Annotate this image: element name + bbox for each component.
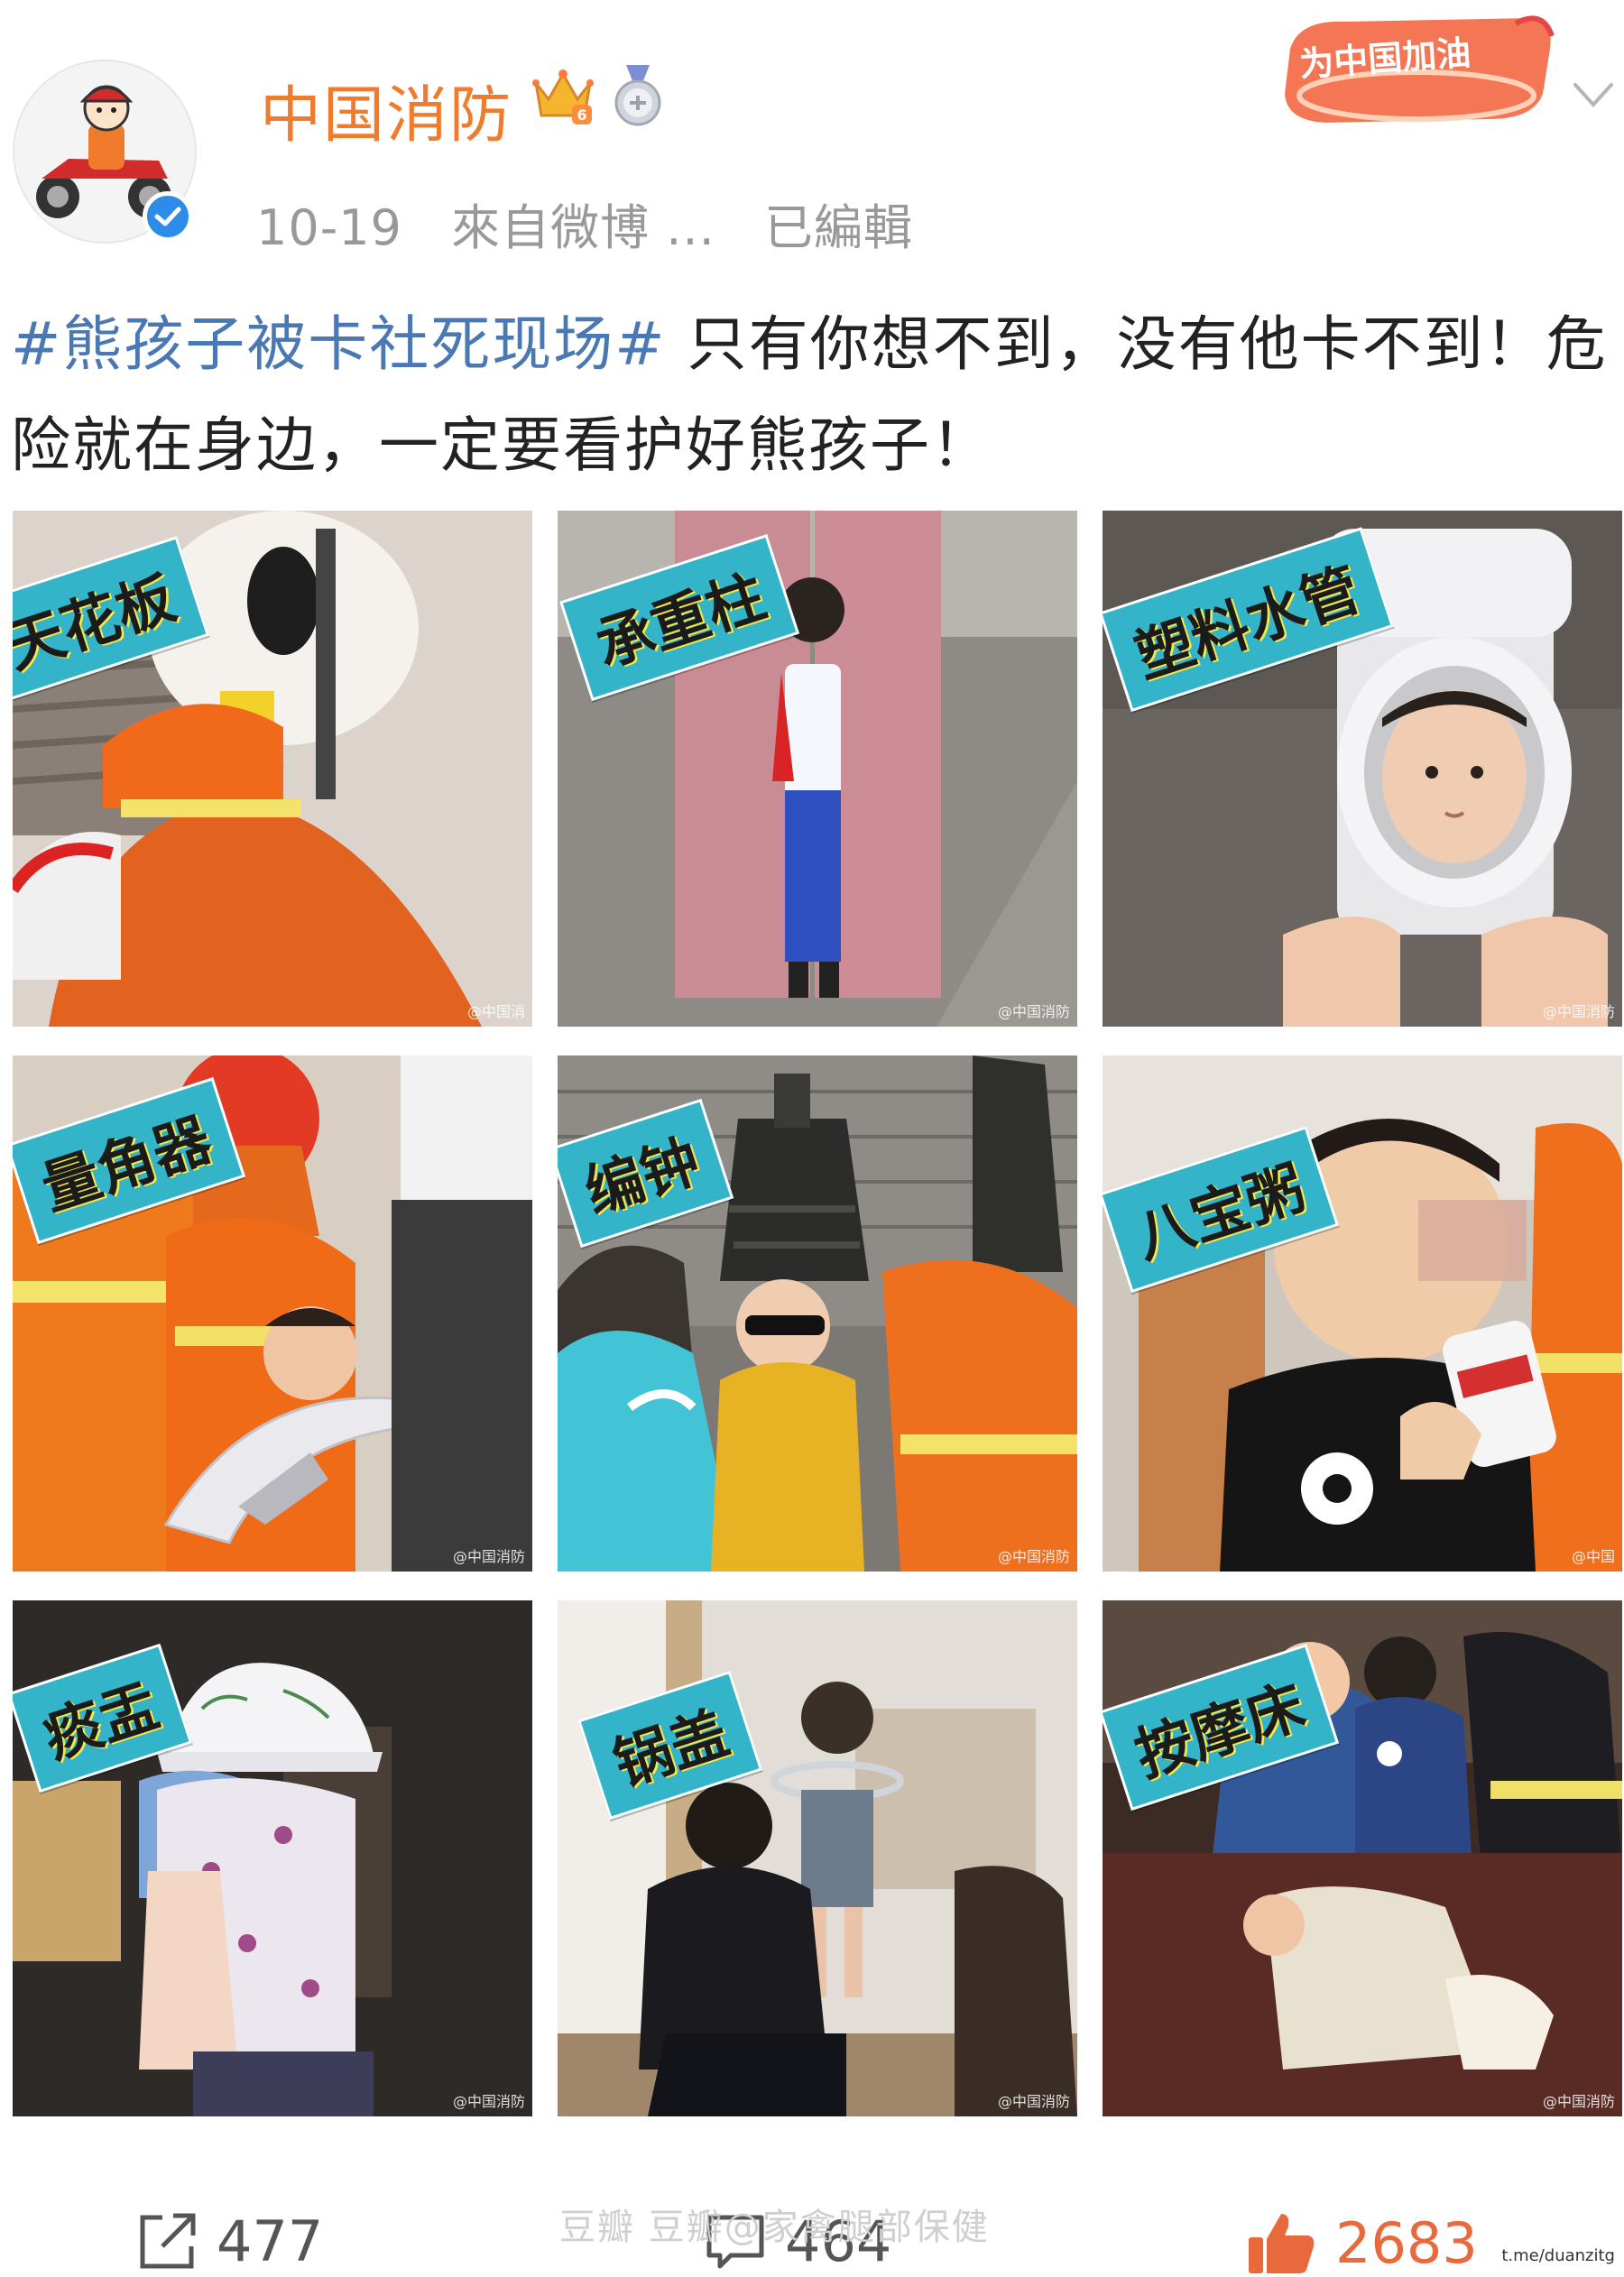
image-watermark: @中国消防 [452,2093,525,2110]
verified-badge-icon [143,191,193,242]
share-count: 477 [217,2208,324,2274]
site-watermark: t.me/duanzitg [1501,2246,1615,2265]
image-watermark: @中国 [1571,1548,1615,1565]
grid-image-7[interactable]: 痰盂 @中国消防 [13,1600,532,2116]
post-date[interactable]: 10-19 [256,199,402,256]
post-source[interactable]: 來自微博 ... [451,199,715,256]
share-button[interactable]: 477 [135,2208,323,2274]
grid-image-8[interactable]: 锅盖 @中国消防 [558,1600,1077,2116]
medal-icon[interactable] [610,63,666,128]
edited-label[interactable]: 已編輯 [764,199,913,256]
vip-crown-icon[interactable]: 6 [531,63,595,128]
grid-image-3[interactable]: 塑料水管 @中国消防 [1103,511,1622,1027]
author-name[interactable]: 中国消防 [260,65,512,154]
hashtag-link[interactable]: #熊孩子被卡社死现场# [11,309,667,379]
image-watermark: @中国消防 [1542,2093,1615,2110]
svg-text:6: 6 [577,106,586,124]
grid-image-1[interactable]: 天花板 @中国消 [13,511,532,1027]
thumbs-up-icon [1249,2214,1315,2273]
post-meta: 10-19 來自微博 ... 已編輯 [256,188,946,259]
chevron-down-icon[interactable] [1570,78,1617,114]
post-body: #熊孩子被卡社死现场# 只有你想不到，没有他卡不到！危险就在身边，一定要看护好熊… [11,294,1617,496]
share-icon [140,2213,196,2268]
like-button[interactable]: 2683 [1245,2208,1478,2277]
image-watermark: @中国消防 [997,2093,1070,2110]
grid-image-9[interactable]: 按摩床 @中国消防 [1103,1600,1622,2116]
image-watermark: @中国消防 [997,1548,1070,1565]
image-watermark: @中国消 [466,1003,525,1020]
grid-image-6[interactable]: 八宝粥 @中国 [1103,1056,1622,1572]
grid-image-2[interactable]: 承重柱 @中国消防 [558,511,1077,1027]
image-watermark: @中国消防 [997,1003,1070,1020]
image-watermark: @中国消防 [1542,1003,1615,1020]
douban-watermark: 豆瓣 豆瓣@家禽腿部保健 [559,2207,990,2248]
like-count: 2683 [1335,2209,1478,2276]
grid-image-4[interactable]: 量角器 @中国消防 [13,1056,532,1572]
image-watermark: @中国消防 [452,1548,525,1565]
grid-image-5[interactable]: 编钟 @中国消防 [558,1056,1077,1572]
